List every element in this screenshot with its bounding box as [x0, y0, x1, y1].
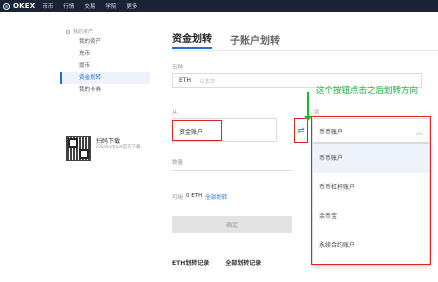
to-account-value: 币币账户 — [319, 129, 344, 136]
nav-item-more[interactable]: 更多 — [126, 2, 137, 10]
nav-item-market[interactable]: 行情 — [63, 2, 74, 10]
nav-item-academy[interactable]: 学院 — [105, 2, 116, 10]
dropdown-option-margin[interactable]: 币币杠杆账户 — [313, 173, 429, 202]
chevron-up-icon: ︿ — [416, 128, 423, 136]
eth-transfer-records-tab[interactable]: ETH划转记录 — [172, 258, 209, 267]
qr-subtitle: iOS/Android官方下载 — [96, 145, 141, 150]
available-value: 0 ETH — [186, 193, 203, 199]
confirm-button[interactable]: 确定 — [172, 216, 292, 233]
main-nav: 币币 行情 交易 学院 更多 — [42, 2, 147, 10]
okex-logo[interactable]: OKEX — [3, 2, 35, 10]
swap-direction-button[interactable]: ⇌ — [294, 118, 308, 143]
dropdown-option-spot[interactable]: 币币账户 — [313, 144, 429, 173]
from-highlight-box — [172, 120, 222, 141]
tab-fund-transfer[interactable]: 资金划转 — [172, 30, 212, 49]
qr-download-block: 扫码下载 iOS/Android官方下载 — [66, 136, 156, 166]
sidebar-item-deposit[interactable]: 充币 — [60, 48, 150, 60]
sidebar: 我的资产 我的资产 充币 提币 资金划转 我的卡券 — [60, 27, 150, 96]
annotation-arrow-line — [307, 92, 309, 118]
qr-code-icon — [66, 136, 91, 161]
sidebar-item-transfer[interactable]: 资金划转 — [60, 72, 150, 84]
annotation-text: 这个按钮点击之后划转方向 — [316, 86, 419, 96]
qr-title: 扫码下载 — [96, 138, 121, 145]
from-label: 从 — [172, 110, 178, 116]
to-account-select[interactable]: 币币账户 ︿ — [312, 118, 430, 143]
coin-placeholder: 以太坊 — [198, 78, 216, 85]
transfer-all-link[interactable]: 全部划转 — [205, 193, 227, 201]
sidebar-item-withdraw[interactable]: 提币 — [60, 60, 150, 72]
coin-label: 币种 — [172, 65, 184, 71]
all-transfer-records-tab[interactable]: 全部划转记录 — [225, 258, 261, 267]
available-label: 可用 — [172, 195, 184, 201]
tab-sub-account-transfer[interactable]: 子账户划转 — [230, 32, 280, 49]
coin-value: ETH — [179, 77, 191, 84]
tabs-divider — [172, 50, 438, 51]
to-account-dropdown: 币币账户 币币杠杆账户 余币宝 永续合约账户 — [312, 143, 430, 266]
records-tabs: ETH划转记录 全部划转记录 — [172, 258, 277, 267]
sidebar-section-title: 我的资产 — [66, 27, 150, 36]
available-row: 可用 0 ETH 全部划转 — [172, 193, 227, 201]
dropdown-option-swap[interactable]: 永续合约账户 — [313, 231, 429, 260]
nav-item-trade[interactable]: 交易 — [84, 2, 95, 10]
top-nav-bar: OKEX 币币 行情 交易 学院 更多 — [0, 0, 438, 12]
logo-text: OKEX — [13, 2, 36, 10]
quantity-label: 数量 — [172, 160, 184, 166]
nav-item-bibi[interactable]: 币币 — [42, 2, 53, 10]
transfer-tabs: 资金划转 子账户划转 — [172, 30, 298, 49]
quantity-input[interactable] — [172, 170, 292, 171]
logo-icon — [3, 2, 10, 10]
sidebar-section-label: 我的资产 — [73, 29, 94, 35]
sidebar-item-my-assets[interactable]: 我的资产 — [60, 36, 150, 48]
swap-icon: ⇌ — [297, 125, 305, 136]
to-label: 到 — [314, 110, 320, 116]
sidebar-item-coupons[interactable]: 我的卡券 — [60, 84, 150, 96]
wallet-icon — [66, 29, 70, 34]
annotation-arrow-icon — [304, 116, 312, 121]
dropdown-option-savings[interactable]: 余币宝 — [313, 202, 429, 231]
